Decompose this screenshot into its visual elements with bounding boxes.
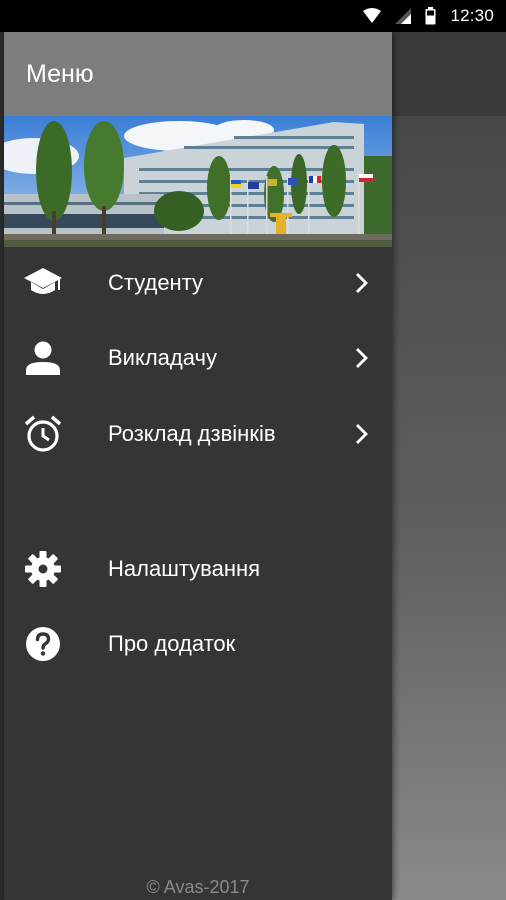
menu-item-label: Про додаток <box>108 631 236 656</box>
drawer-title: Меню <box>26 59 94 88</box>
wifi-icon <box>363 8 382 24</box>
chevron-right-icon <box>352 346 372 370</box>
signal-icon <box>395 8 412 24</box>
status-bar: 12:30 <box>0 0 506 32</box>
menu-item-student[interactable]: Студенту <box>4 253 392 313</box>
menu-item-label: Розклад дзвінків <box>108 421 276 446</box>
battery-icon <box>425 7 436 25</box>
menu-item-about[interactable]: Про додаток <box>4 614 392 674</box>
alarm-clock-icon <box>24 415 62 453</box>
menu-item-label: Викладачу <box>108 345 217 370</box>
background-app-scrim[interactable] <box>392 32 506 900</box>
menu-item-label: Налаштування <box>108 556 261 581</box>
copyright-footer: © Avas-2017 <box>146 877 250 897</box>
status-clock: 12:30 <box>450 6 494 25</box>
university-building-photo <box>4 116 392 247</box>
chevron-right-icon <box>352 271 372 295</box>
person-icon <box>24 339 62 377</box>
menu-item-label: Студенту <box>108 270 204 295</box>
menu-item-teacher[interactable]: Викладачу <box>4 328 392 388</box>
graduation-cap-icon <box>24 264 62 302</box>
background-app-toolbar <box>392 32 506 116</box>
menu-item-bell-schedule[interactable]: Розклад дзвінків <box>4 404 392 464</box>
menu-item-settings[interactable]: Налаштування <box>4 539 392 599</box>
navigation-drawer: Меню Студенту Викладачу Розклад дзвінків… <box>4 32 392 900</box>
help-icon <box>24 625 62 663</box>
drawer-header: Меню <box>4 32 392 116</box>
chevron-right-icon <box>352 422 372 446</box>
gear-icon <box>24 550 62 588</box>
